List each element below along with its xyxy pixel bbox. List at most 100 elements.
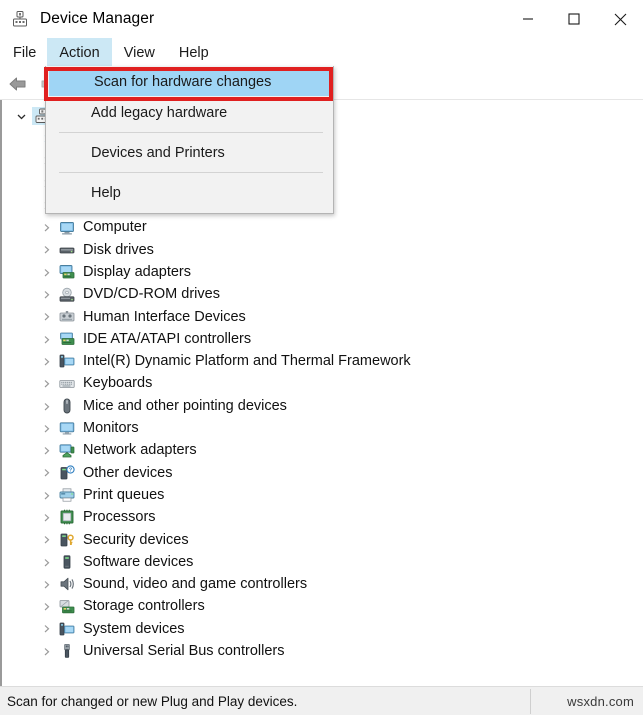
chevron-right-icon[interactable]	[35, 267, 57, 278]
thermal-framework-icon	[57, 352, 77, 370]
chevron-right-icon[interactable]	[35, 646, 57, 657]
tree-item-monitors[interactable]: Monitors	[2, 417, 643, 439]
tree-item-universal-serial-bus-controllers[interactable]: Universal Serial Bus controllers	[2, 640, 643, 662]
menu-view-label: View	[123, 45, 155, 61]
menu-bar: File Action View Help	[0, 38, 643, 68]
menu-file[interactable]: File	[0, 38, 47, 68]
chevron-right-icon[interactable]	[35, 467, 57, 478]
monitor-icon	[57, 419, 77, 437]
keyboard-icon	[57, 375, 77, 393]
tree-item-label: Intel(R) Dynamic Platform and Thermal Fr…	[83, 353, 411, 370]
tree-item-label: Disk drives	[83, 241, 154, 258]
menu-help[interactable]: Help	[167, 38, 221, 68]
tree-item-processors[interactable]: Processors	[2, 506, 643, 528]
chevron-right-icon[interactable]	[35, 356, 57, 367]
menu-action-label: Action	[59, 45, 100, 61]
chevron-right-icon[interactable]	[35, 222, 57, 233]
action-dropdown-menu[interactable]: Scan for hardware changes Add legacy har…	[45, 66, 334, 214]
status-message: Scan for changed or new Plug and Play de…	[7, 693, 298, 709]
tree-item-label: Mice and other pointing devices	[83, 397, 287, 414]
tree-item-label: System devices	[83, 620, 185, 637]
back-arrow-icon[interactable]	[5, 71, 31, 97]
usb-controller-icon	[57, 642, 77, 660]
chevron-right-icon[interactable]	[35, 579, 57, 590]
menu-item-devices-and-printers[interactable]: Devices and Printers	[46, 136, 333, 169]
menu-view[interactable]: View	[112, 38, 167, 68]
chevron-right-icon[interactable]	[35, 557, 57, 568]
chevron-right-icon[interactable]	[35, 334, 57, 345]
tree-item-computer[interactable]: Computer	[2, 216, 643, 238]
svg-text:?: ?	[69, 467, 73, 473]
tree-item-label: Security devices	[83, 531, 189, 548]
status-divider	[530, 689, 531, 714]
chevron-right-icon[interactable]	[35, 311, 57, 322]
system-device-icon	[57, 620, 77, 638]
tree-item-label: Storage controllers	[83, 598, 205, 615]
chevron-right-icon[interactable]	[35, 623, 57, 634]
chevron-right-icon[interactable]	[35, 244, 57, 255]
processor-icon	[57, 508, 77, 526]
tree-item-display-adapters[interactable]: Display adapters	[2, 261, 643, 283]
chevron-right-icon[interactable]	[35, 401, 57, 412]
tree-item-other-devices[interactable]: ? Other devices	[2, 462, 643, 484]
window-controls	[505, 0, 643, 38]
tree-item-human-interface-devices[interactable]: Human Interface Devices	[2, 306, 643, 328]
tree-item-ide-ata-atapi-controllers[interactable]: IDE ATA/ATAPI controllers	[2, 328, 643, 350]
menu-file-label: File	[13, 45, 37, 61]
watermark: wsxdn.com	[567, 693, 634, 709]
menu-item-label: Help	[91, 184, 121, 201]
tree-item-label: Sound, video and game controllers	[83, 576, 308, 593]
tree-item-print-queues[interactable]: Print queues	[2, 484, 643, 506]
tree-item-disk-drives[interactable]: Disk drives	[2, 239, 643, 261]
chevron-right-icon[interactable]	[35, 423, 57, 434]
tree-item-software-devices[interactable]: Software devices	[2, 551, 643, 573]
menu-action[interactable]: Action	[47, 38, 112, 68]
device-manager-window: Device Manager File Action View Help Com…	[0, 0, 643, 715]
menu-item-label: Add legacy hardware	[91, 104, 228, 121]
tree-item-keyboards[interactable]: Keyboards	[2, 373, 643, 395]
hid-icon	[57, 308, 77, 326]
printer-icon	[57, 486, 77, 504]
chevron-right-icon[interactable]	[35, 534, 57, 545]
menu-separator	[59, 132, 323, 133]
device-manager-icon	[11, 10, 29, 28]
minimize-icon[interactable]	[505, 0, 551, 38]
tree-item-intel-dynamic-platform-thermal-framework[interactable]: Intel(R) Dynamic Platform and Thermal Fr…	[2, 350, 643, 372]
tree-item-label: Print queues	[83, 486, 165, 503]
maximize-icon[interactable]	[551, 0, 597, 38]
tree-item-security-devices[interactable]: Security devices	[2, 529, 643, 551]
security-device-icon	[57, 531, 77, 549]
tree-item-sound-video-game-controllers[interactable]: Sound, video and game controllers	[2, 573, 643, 595]
tree-item-system-devices[interactable]: System devices	[2, 618, 643, 640]
menu-help-label: Help	[178, 45, 209, 61]
tree-item-label: Universal Serial Bus controllers	[83, 643, 285, 660]
chevron-right-icon[interactable]	[35, 378, 57, 389]
tree-item-mice-and-other-pointing-devices[interactable]: Mice and other pointing devices	[2, 395, 643, 417]
computer-icon	[57, 219, 77, 237]
menu-item-scan-for-hardware-changes[interactable]: Scan for hardware changes	[49, 68, 330, 96]
tree-item-label: DVD/CD-ROM drives	[83, 286, 220, 303]
title-bar: Device Manager	[0, 0, 643, 38]
chevron-down-icon[interactable]	[10, 111, 32, 122]
chevron-right-icon[interactable]	[35, 490, 57, 501]
menu-item-add-legacy-hardware[interactable]: Add legacy hardware	[46, 96, 333, 129]
dvd-drive-icon	[57, 286, 77, 304]
menu-item-help[interactable]: Help	[46, 176, 333, 209]
tree-item-dvd-cdrom-drives[interactable]: DVD/CD-ROM drives	[2, 283, 643, 305]
tree-item-label: Computer	[83, 219, 147, 236]
mouse-icon	[57, 397, 77, 415]
close-icon[interactable]	[597, 0, 643, 38]
tree-item-storage-controllers[interactable]: Storage controllers	[2, 596, 643, 618]
chevron-right-icon[interactable]	[35, 445, 57, 456]
chevron-right-icon[interactable]	[35, 289, 57, 300]
disk-drive-icon	[57, 241, 77, 259]
chevron-right-icon[interactable]	[35, 512, 57, 523]
storage-controller-icon	[57, 598, 77, 616]
tree-item-label: Display adapters	[83, 263, 191, 280]
network-adapter-icon	[57, 442, 77, 460]
chevron-right-icon[interactable]	[35, 601, 57, 612]
tree-item-network-adapters[interactable]: Network adapters	[2, 439, 643, 461]
display-adapter-icon	[57, 263, 77, 281]
window-title: Device Manager	[40, 10, 155, 27]
tree-item-label: Processors	[83, 509, 156, 526]
